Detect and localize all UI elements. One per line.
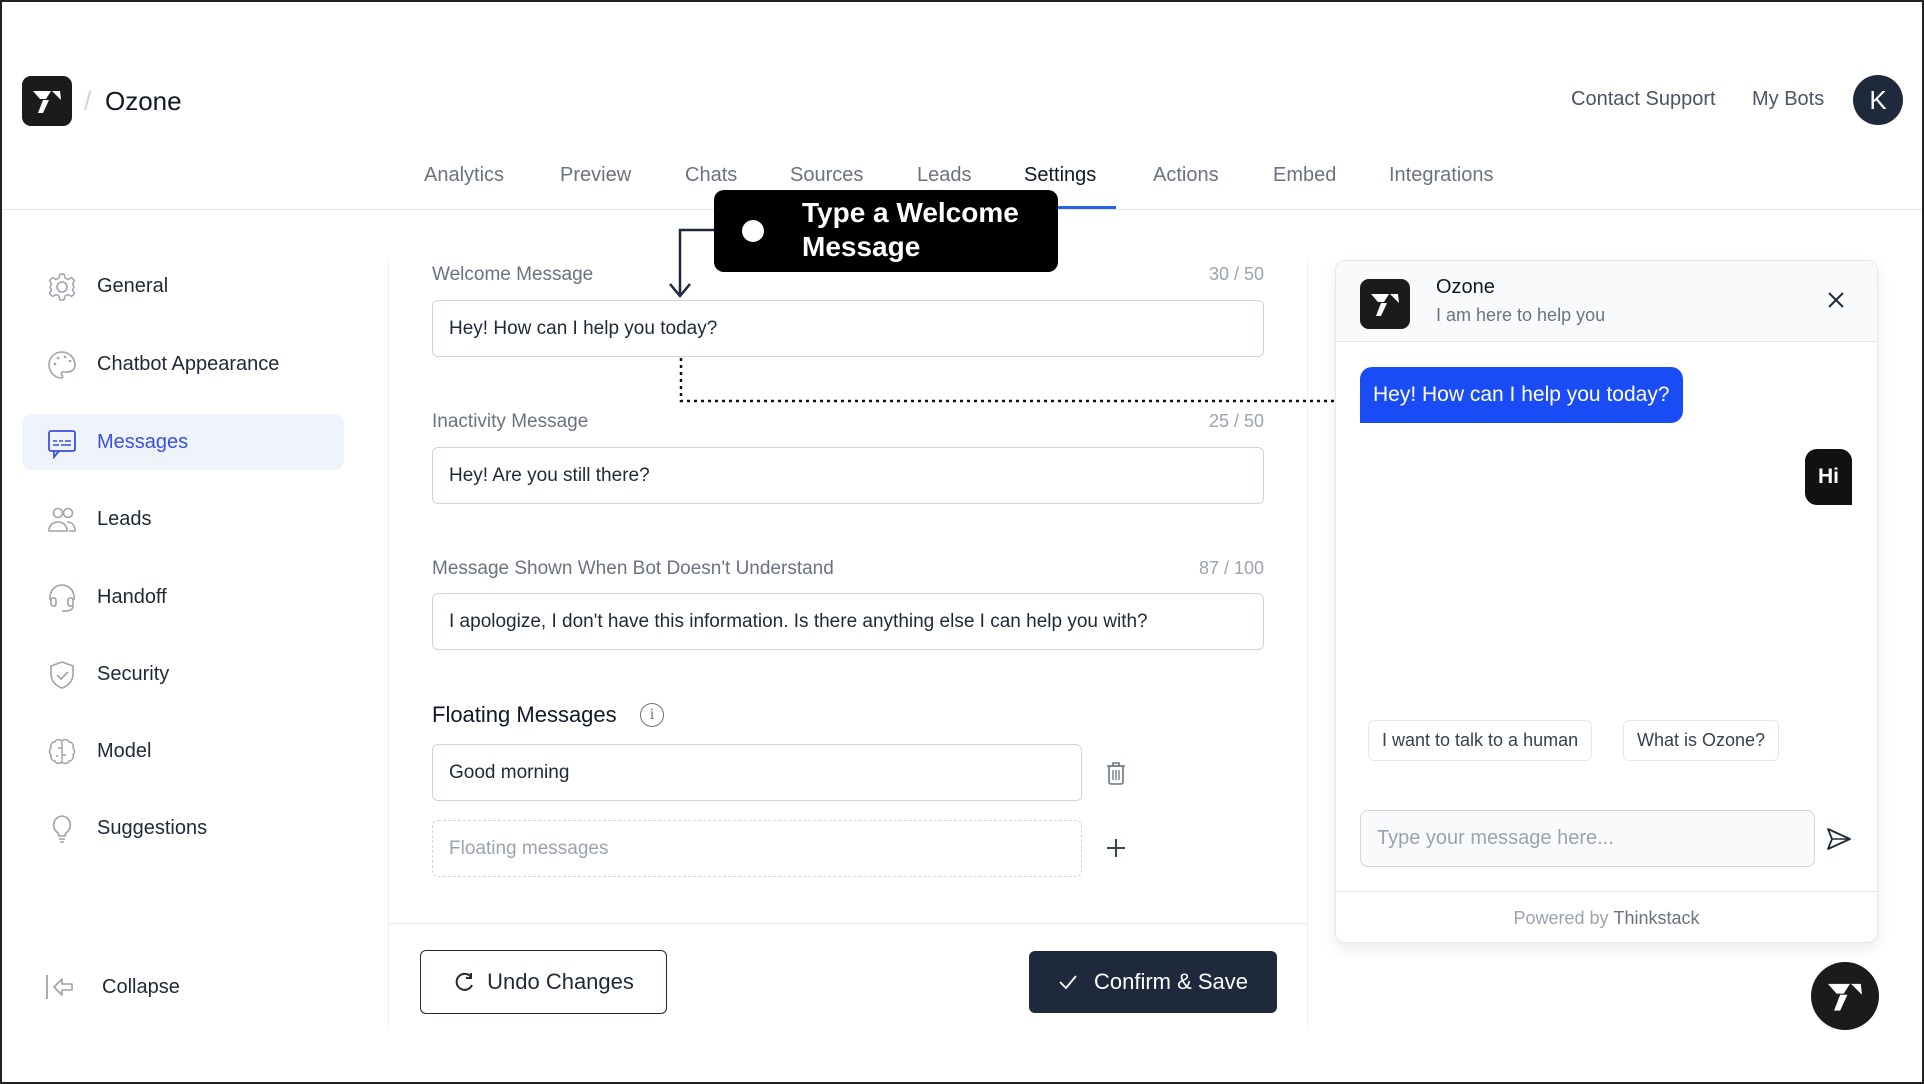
powered-by-text: Powered by (1513, 907, 1609, 928)
floating-messages-title: Floating Messages (432, 702, 617, 727)
my-bots-link[interactable]: My Bots (1752, 88, 1824, 111)
tab-chats[interactable]: Chats (685, 164, 737, 187)
chat-bot-subtitle: I am here to help you (1436, 305, 1606, 325)
sidebar-item-label: Handoff (97, 585, 167, 608)
new-floating-message-input[interactable] (432, 820, 1082, 877)
sidebar-item-model[interactable]: Model (22, 723, 344, 779)
inactivity-message-count: 25 / 50 (1208, 411, 1264, 431)
callout-text-line2: Message (802, 231, 921, 262)
sidebar-item-leads[interactable]: Leads (22, 491, 344, 547)
bot-message-bubble: Hey! How can I help you today? (1360, 367, 1683, 423)
sidebar-item-handoff[interactable]: Handoff (22, 569, 344, 625)
tab-integrations[interactable]: Integrations (1389, 164, 1494, 187)
welcome-message-label: Welcome Message (432, 264, 594, 285)
sidebar-item-label: Leads (97, 507, 152, 530)
undo-changes-button[interactable]: Undo Changes (420, 950, 667, 1014)
callout-dot (742, 220, 764, 242)
preview-link-line (679, 358, 1350, 403)
brain-icon (48, 738, 76, 765)
inactivity-message-input[interactable] (432, 447, 1264, 504)
callout-text: Type a Welcome Message (802, 196, 1019, 264)
sidebar-item-messages[interactable]: Messages (22, 414, 344, 470)
info-icon[interactable]: i (640, 703, 664, 727)
palette-icon (48, 351, 76, 379)
sidebar-item-label: Security (97, 662, 170, 685)
sidebar-item-label: General (97, 274, 169, 297)
user-avatar[interactable]: K (1853, 75, 1903, 125)
sidebar-item-security[interactable]: Security (22, 646, 344, 702)
fallback-message-input[interactable] (432, 593, 1264, 650)
callout-arrow-head (669, 283, 691, 298)
sidebar-item-label: Messages (97, 430, 189, 453)
collapse-label: Collapse (102, 975, 180, 998)
chat-header: Ozone I am here to help you (1336, 261, 1877, 342)
refresh-icon (455, 972, 474, 991)
powered-by-footer: Powered by Thinkstack (1336, 891, 1877, 942)
callout-text-line1: Type a Welcome (802, 197, 1019, 228)
contact-support-link[interactable]: Contact Support (1571, 88, 1716, 111)
confirm-save-button[interactable]: Confirm & Save (1029, 951, 1277, 1013)
floating-message-input[interactable] (432, 744, 1082, 801)
close-icon[interactable] (1823, 287, 1849, 313)
suggestion-chip[interactable]: I want to talk to a human (1368, 720, 1593, 761)
preview-divider (1307, 258, 1308, 1030)
tab-analytics[interactable]: Analytics (424, 164, 504, 187)
chat-bot-logo (1360, 279, 1410, 329)
chat-bot-name: Ozone (1436, 276, 1495, 298)
fallback-message-label: Message Shown When Bot Doesn't Understan… (432, 558, 834, 579)
send-icon[interactable] (1825, 825, 1853, 853)
tab-actions[interactable]: Actions (1153, 164, 1219, 187)
breadcrumb-separator: / (84, 86, 92, 116)
tab-preview[interactable]: Preview (560, 164, 631, 187)
chat-preview-widget: Ozone I am here to help you Hey! How can… (1335, 260, 1878, 943)
footer-divider (389, 923, 1307, 924)
welcome-callout-tooltip: Type a Welcome Message (714, 190, 1058, 272)
tab-leads[interactable]: Leads (917, 164, 972, 187)
fallback-message-count: 87 / 100 (1198, 558, 1264, 578)
sidebar-item-label: Suggestions (97, 816, 208, 839)
message-icon (48, 430, 76, 459)
headset-icon (49, 584, 75, 612)
collapse-icon (46, 975, 73, 999)
check-icon (1059, 975, 1077, 990)
sidebar-divider (388, 258, 389, 1030)
chat-message-input[interactable] (1360, 810, 1815, 867)
trash-icon[interactable] (1104, 760, 1128, 786)
tab-settings[interactable]: Settings (1024, 164, 1096, 187)
chat-launcher-button[interactable] (1811, 962, 1879, 1030)
collapse-sidebar-button[interactable]: Collapse (44, 972, 180, 1002)
sidebar-item-suggestions[interactable]: Suggestions (22, 800, 344, 856)
thinkstack-logo-icon (1828, 983, 1862, 1011)
app-logo[interactable] (22, 76, 72, 126)
thinkstack-logo-icon (1371, 294, 1399, 316)
tab-sources[interactable]: Sources (790, 164, 863, 187)
sidebar-item-chatbot-appearance[interactable]: Chatbot Appearance (22, 336, 344, 392)
shield-check-icon (50, 661, 74, 689)
lightbulb-icon (52, 815, 72, 843)
welcome-message-count: 30 / 50 (1208, 264, 1264, 284)
plus-icon[interactable] (1104, 836, 1128, 860)
thinkstack-logo-icon (33, 91, 61, 113)
gear-icon (48, 273, 76, 301)
tab-embed[interactable]: Embed (1273, 164, 1336, 187)
sidebar-item-label: Model (97, 739, 152, 762)
undo-changes-label: Undo Changes (487, 969, 634, 994)
users-icon (48, 507, 76, 532)
powered-by-brand[interactable]: Thinkstack (1614, 908, 1700, 929)
suggestion-chip[interactable]: What is Ozone? (1623, 720, 1780, 761)
bot-name-title: Ozone (105, 86, 182, 116)
confirm-save-label: Confirm & Save (1093, 969, 1249, 994)
inactivity-message-label: Inactivity Message (432, 411, 589, 432)
sidebar-item-label: Chatbot Appearance (97, 352, 280, 375)
user-message-bubble: Hi (1805, 449, 1852, 505)
sidebar-item-general[interactable]: General (22, 258, 344, 314)
welcome-message-input[interactable] (432, 300, 1264, 357)
